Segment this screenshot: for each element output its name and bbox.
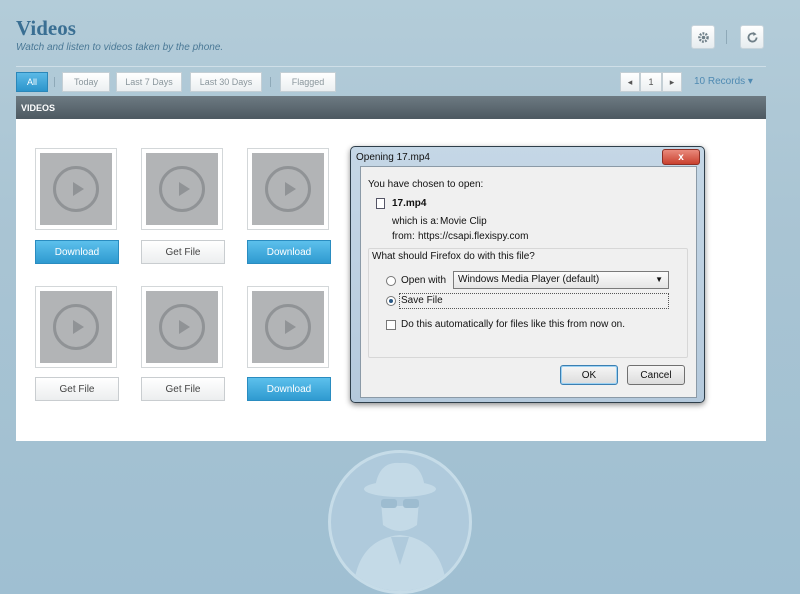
- filter-today-button[interactable]: Today: [62, 72, 110, 92]
- ok-button[interactable]: OK: [560, 365, 618, 385]
- video-thumbnail[interactable]: [247, 148, 329, 230]
- file-icon: [376, 198, 385, 209]
- get-file-button[interactable]: Get File: [141, 377, 225, 401]
- get-file-button[interactable]: Get File: [35, 377, 119, 401]
- play-icon: [53, 304, 99, 350]
- filter-last7-button[interactable]: Last 7 Days: [116, 72, 182, 92]
- video-thumbnail[interactable]: [247, 286, 329, 368]
- download-button[interactable]: Download: [35, 240, 119, 264]
- file-source: https://csapi.flexispy.com: [418, 231, 529, 242]
- video-thumbnail[interactable]: [141, 286, 223, 368]
- filter-flagged-button[interactable]: Flagged: [280, 72, 336, 92]
- which-is-label: which is a:: [392, 216, 439, 227]
- page-number-field[interactable]: 1: [640, 72, 662, 92]
- open-with-app-select[interactable]: Windows Media Player (default) ▼: [453, 271, 669, 289]
- thumbnail-image: [40, 153, 112, 225]
- auto-checkbox[interactable]: [386, 320, 396, 330]
- records-per-page-dropdown[interactable]: 10 Records ▾: [694, 76, 753, 87]
- gear-icon: [697, 31, 709, 43]
- play-icon: [159, 166, 205, 212]
- chosen-label: You have chosen to open:: [368, 179, 484, 190]
- filter-last30-button[interactable]: Last 30 Days: [190, 72, 262, 92]
- play-icon: [159, 304, 205, 350]
- open-with-app-value: Windows Media Player (default): [458, 274, 600, 285]
- video-thumbnail[interactable]: [35, 148, 117, 230]
- refresh-button[interactable]: [740, 25, 764, 49]
- save-file-radio[interactable]: [386, 296, 396, 306]
- filter-divider: [54, 77, 55, 87]
- chevron-down-icon: ▼: [655, 275, 663, 284]
- from-label: from:: [392, 231, 415, 242]
- filter-divider: [270, 77, 271, 87]
- download-button[interactable]: Download: [247, 240, 331, 264]
- download-button[interactable]: Download: [247, 377, 331, 401]
- thumbnail-image: [252, 291, 324, 363]
- play-icon: [265, 166, 311, 212]
- dialog-title: Opening 17.mp4: [356, 152, 430, 163]
- video-thumbnail[interactable]: [35, 286, 117, 368]
- thumbnail-image: [146, 153, 218, 225]
- spy-logo: [328, 450, 472, 594]
- thumbnail-image: [146, 291, 218, 363]
- cancel-button[interactable]: Cancel: [627, 365, 685, 385]
- thumbnail-image: [252, 153, 324, 225]
- filter-all-button[interactable]: All: [16, 72, 48, 92]
- prev-page-button[interactable]: ◂: [620, 72, 640, 92]
- play-icon: [53, 166, 99, 212]
- dialog-close-button[interactable]: x: [662, 149, 700, 165]
- open-with-label: Open with: [401, 275, 447, 286]
- action-question: What should Firefox do with this file?: [372, 251, 535, 262]
- page-subtitle: Watch and listen to videos taken by the …: [16, 42, 224, 53]
- refresh-icon: [747, 31, 757, 42]
- play-icon: [265, 304, 311, 350]
- page-title: Videos: [16, 16, 76, 40]
- panel-heading: VIDEOS: [16, 96, 766, 119]
- file-name: 17.mp4: [392, 198, 427, 209]
- open-with-radio[interactable]: [386, 276, 396, 286]
- header-rule: [16, 66, 766, 67]
- file-type: Movie Clip: [440, 216, 487, 227]
- thumbnail-image: [40, 291, 112, 363]
- get-file-button[interactable]: Get File: [141, 240, 225, 264]
- header-divider: [726, 30, 727, 44]
- save-file-label[interactable]: Save File: [401, 295, 443, 306]
- settings-button[interactable]: [691, 25, 715, 49]
- next-page-button[interactable]: ▸: [662, 72, 682, 92]
- auto-label: Do this automatically for files like thi…: [401, 319, 625, 330]
- video-thumbnail[interactable]: [141, 148, 223, 230]
